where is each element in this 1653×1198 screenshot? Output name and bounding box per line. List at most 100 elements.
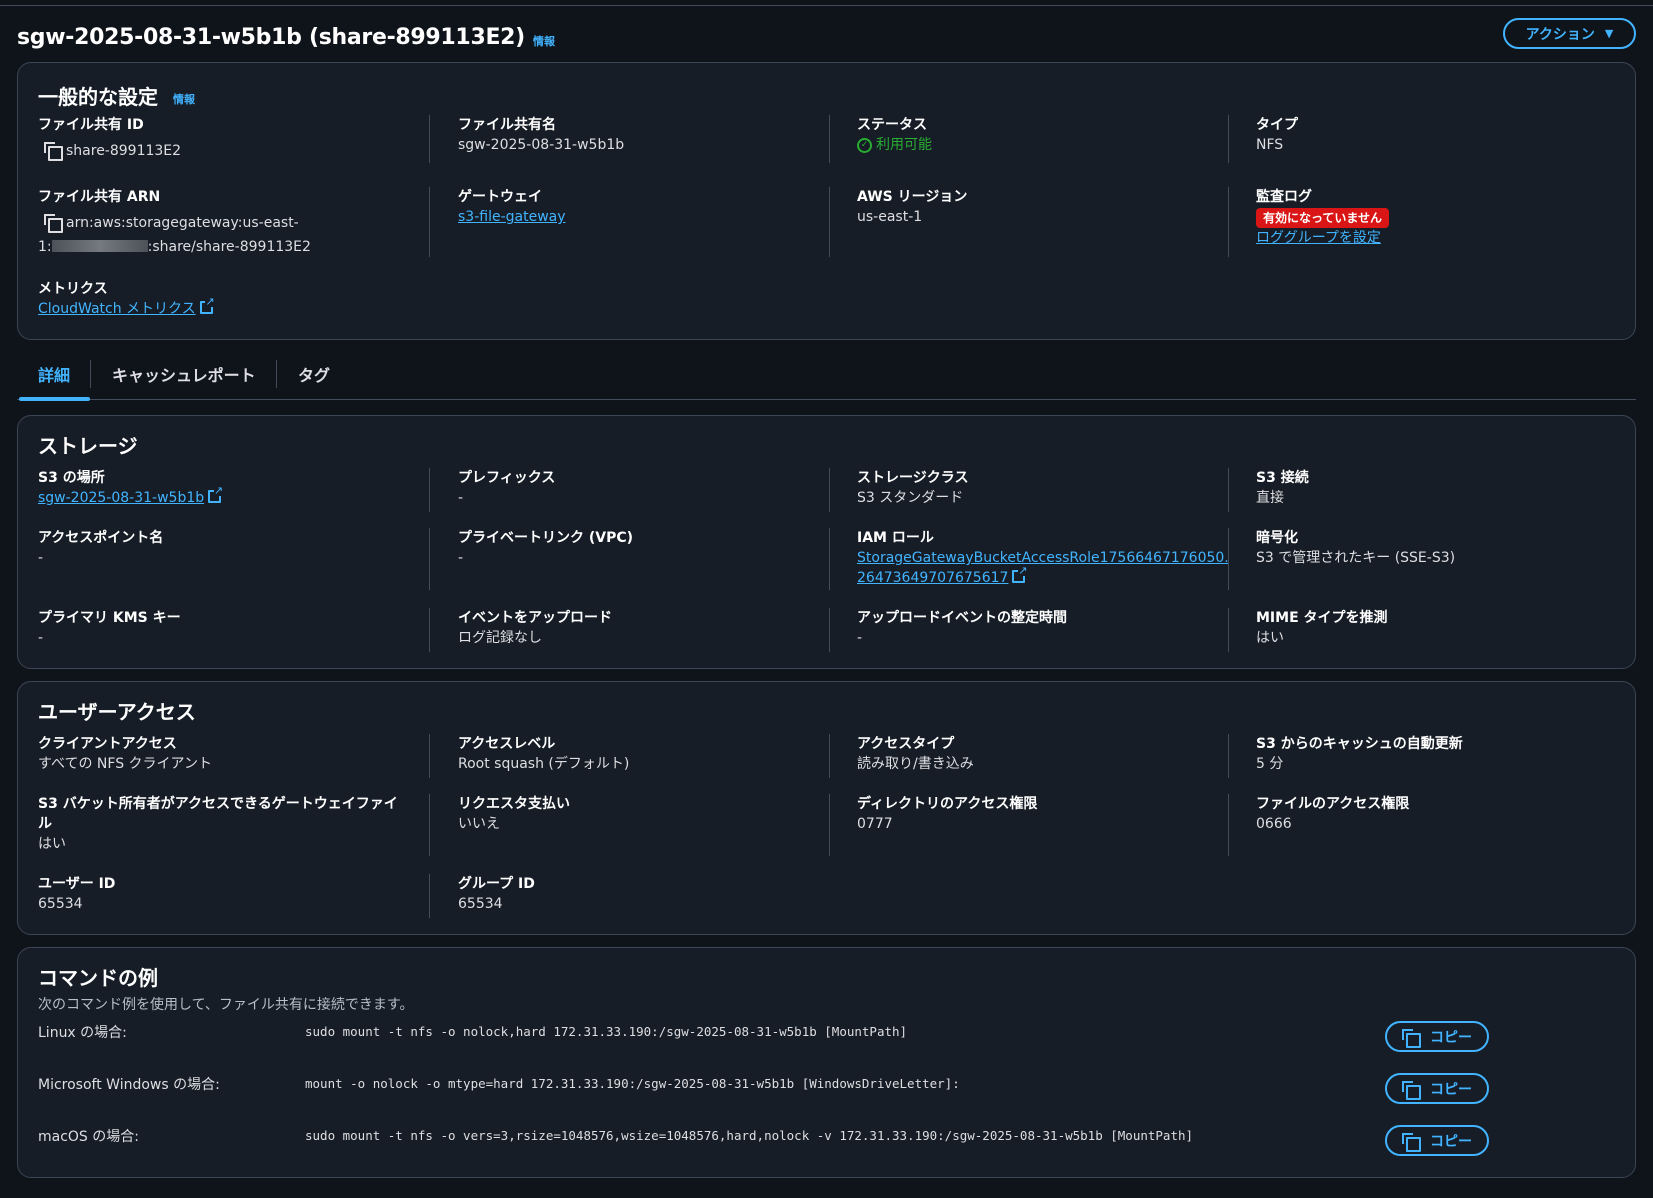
field-label: ディレクトリのアクセス権限 — [857, 796, 1038, 812]
command-description: 次のコマンド例を使用して、ファイル共有に接続できます。 — [38, 997, 414, 1013]
link-text: CloudWatch メトリクス — [38, 301, 196, 317]
upload-event-field: イベントをアップロード ログ記録なし — [458, 608, 612, 648]
gateway-link[interactable]: s3-file-gateway — [458, 207, 566, 227]
field-label: タイプ — [1256, 117, 1298, 133]
tab-divider — [276, 360, 277, 388]
field-label: クライアントアクセス — [38, 736, 177, 752]
copy-linux-command-button[interactable]: コピー — [1385, 1021, 1489, 1052]
user-id-field: ユーザー ID 65534 — [38, 874, 115, 914]
windows-command-label: Microsoft Windows の場合: — [38, 1077, 220, 1093]
tab-cache-report[interactable]: キャッシュレポート — [112, 362, 256, 386]
field-label: アクセスレベル — [458, 736, 556, 752]
copy-macos-command-button[interactable]: コピー — [1385, 1125, 1489, 1156]
field-value: はい — [1256, 630, 1284, 646]
field-label-line-1: S3 バケット所有者がアクセスできるゲートウェイファイ — [38, 796, 398, 812]
link-text: sgw-2025-08-31-w5b1b — [38, 490, 205, 506]
gateway-field: ゲートウェイ s3-file-gateway — [458, 187, 566, 227]
info-link[interactable]: 情報 — [173, 93, 195, 106]
prefix-field: プレフィックス - — [458, 468, 555, 508]
group-id-field: グループ ID 65534 — [458, 874, 535, 914]
divider — [429, 734, 430, 778]
actions-dropdown-button[interactable]: アクション ▼ — [1503, 18, 1636, 49]
field-value: 5 分 — [1256, 756, 1284, 772]
divider — [1228, 794, 1229, 856]
divider — [429, 874, 430, 918]
file-share-id-value-row: share-899113E2 — [44, 141, 181, 161]
copy-windows-command-button[interactable]: コピー — [1385, 1073, 1489, 1104]
field-value: - — [38, 630, 44, 646]
field-value: NFS — [1256, 137, 1284, 153]
arn-text-1: arn:aws:storagegateway:us-east- — [66, 215, 299, 231]
copy-icon[interactable] — [44, 142, 63, 161]
type-field: タイプ NFS — [1256, 115, 1298, 155]
cache-refresh-field: S3 からのキャッシュの自動更新 5 分 — [1256, 734, 1463, 774]
linux-command-label: Linux の場合: — [38, 1025, 127, 1041]
field-label: リクエスタ支払い — [458, 796, 570, 812]
divider — [429, 608, 430, 652]
field-label: IAM ロール — [857, 530, 934, 546]
divider — [829, 608, 830, 652]
region-field: AWS リージョン us-east-1 — [857, 187, 967, 227]
configure-log-group-link[interactable]: ロググループを設定 — [1256, 228, 1389, 248]
field-label: ファイルのアクセス権限 — [1256, 796, 1410, 812]
general-settings-panel: 一般的な設定 情報 ファイル共有 ID share-899113E2 ファイル共… — [17, 62, 1636, 340]
actions-button-label: アクション — [1525, 26, 1595, 43]
file-share-arn-field: ファイル共有 ARN arn:aws:storagegateway:us-eas… — [38, 187, 311, 257]
field-label: S3 接続 — [1256, 470, 1309, 486]
divider — [1228, 608, 1229, 652]
field-label: グループ ID — [458, 876, 535, 892]
bucket-owner-access-field: S3 バケット所有者がアクセスできるゲートウェイファイ ル はい — [38, 794, 408, 854]
field-label: ファイル共有 ID — [38, 117, 144, 133]
field-value: 0666 — [1256, 816, 1292, 832]
macos-command-label: macOS の場合: — [38, 1129, 139, 1145]
user-access-title: ユーザーアクセス — [38, 700, 196, 724]
command-examples-panel: コマンドの例 次のコマンド例を使用して、ファイル共有に接続できます。 Linux… — [17, 947, 1636, 1178]
s3-location-link[interactable]: sgw-2025-08-31-w5b1b — [38, 485, 224, 508]
field-value: sgw-2025-08-31-w5b1b — [458, 137, 625, 153]
field-label: ゲートウェイ — [458, 189, 542, 205]
tab-details[interactable]: 詳細 — [38, 362, 70, 386]
divider — [429, 794, 430, 856]
status-badge: 有効になっていません — [1256, 208, 1390, 228]
arn-text-2-suffix: :share/share-899113E2 — [147, 239, 311, 255]
cloudwatch-metrics-link[interactable]: CloudWatch メトリクス — [38, 296, 215, 319]
divider — [429, 115, 430, 163]
tab-tags[interactable]: タグ — [298, 362, 330, 386]
file-permissions-field: ファイルのアクセス権限 0666 — [1256, 794, 1409, 834]
external-link-icon — [199, 296, 215, 314]
field-value: 65534 — [458, 896, 503, 912]
upload-settle-field: アップロードイベントの整定時間 - — [857, 608, 1067, 648]
field-value: - — [857, 630, 863, 646]
divider — [429, 468, 430, 512]
iam-role-link-line-2[interactable]: 26473649707675617 — [857, 565, 1229, 588]
storage-panel: ストレージ S3 の場所 sgw-2025-08-31-w5b1b プレフィック… — [17, 415, 1636, 669]
field-label: S3 からのキャッシュの自動更新 — [1256, 736, 1463, 752]
iam-role-link-line-1[interactable]: StorageGatewayBucketAccessRole1756646717… — [857, 548, 1229, 568]
status-field: ステータス ✓ 利用可能 — [857, 115, 932, 155]
field-label: ファイル共有 ARN — [38, 189, 161, 205]
access-type-field: アクセスタイプ 読み取り/書き込み — [857, 734, 974, 774]
arn-line-2: 1::share/share-899113E2 — [38, 237, 311, 257]
divider — [829, 528, 830, 590]
encryption-field: 暗号化 S3 で管理されたキー (SSE-S3) — [1256, 528, 1455, 568]
external-link-icon — [208, 485, 224, 503]
divider — [1228, 734, 1229, 778]
general-settings-title: 一般的な設定 情報 — [38, 81, 195, 110]
info-link[interactable]: 情報 — [533, 33, 555, 49]
copy-icon[interactable] — [44, 214, 63, 233]
file-share-name-field: ファイル共有名 sgw-2025-08-31-w5b1b — [458, 115, 624, 155]
field-value: 65534 — [38, 896, 83, 912]
divider — [1228, 528, 1229, 590]
field-label: メトリクス — [38, 281, 108, 297]
field-label: S3 の場所 — [38, 470, 105, 486]
copy-label: コピー — [1430, 1133, 1472, 1150]
field-value: S3 スタンダード — [857, 490, 964, 506]
directory-permissions-field: ディレクトリのアクセス権限 0777 — [857, 794, 1037, 834]
status-indicator: ✓ 利用可能 — [857, 135, 932, 155]
user-access-panel: ユーザーアクセス クライアントアクセス すべての NFS クライアント アクセス… — [17, 681, 1636, 935]
client-access-field: クライアントアクセス すべての NFS クライアント — [38, 734, 212, 774]
requester-pays-field: リクエスタ支払い いいえ — [458, 794, 570, 834]
tab-bar: 詳細 キャッシュレポート タグ — [17, 350, 1636, 401]
page-title: sgw-2025-08-31-w5b1b (share-899113E2) — [17, 24, 525, 50]
command-examples-title: コマンドの例 — [38, 966, 158, 990]
